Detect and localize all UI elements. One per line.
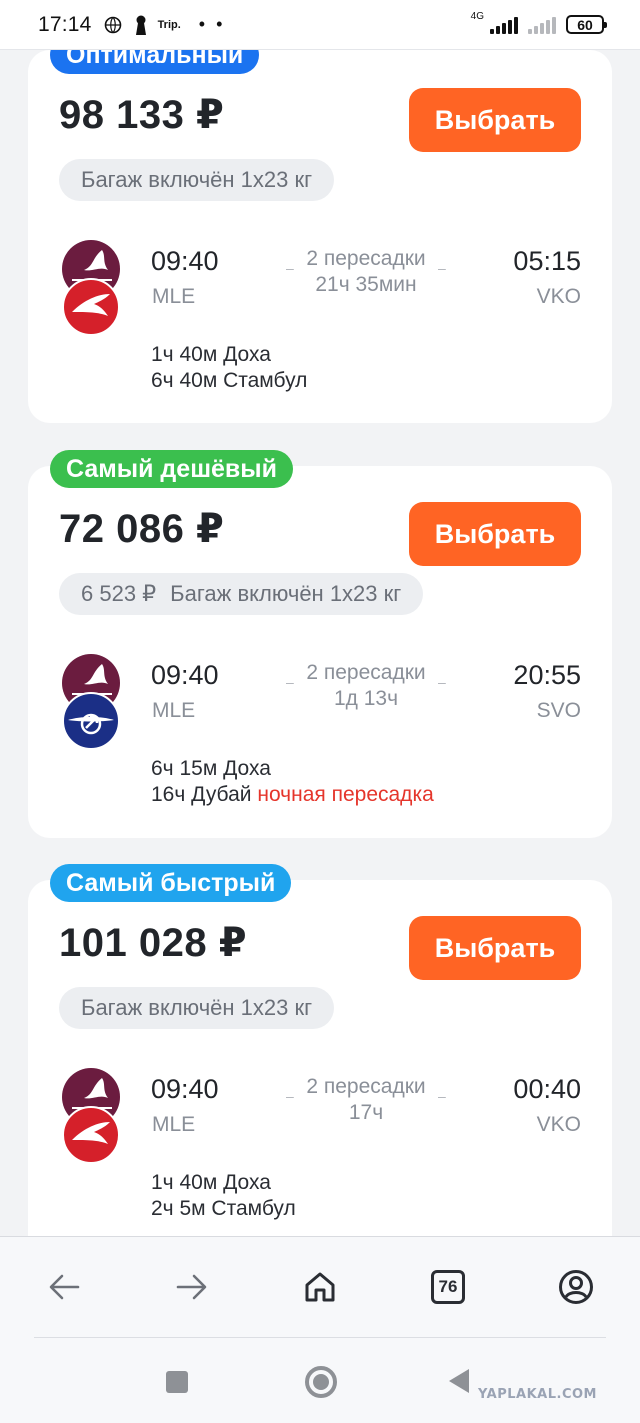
offers-list[interactable]: Оптимальный 98 133 ₽ Выбрать Багаж включ… (0, 50, 640, 1236)
airline-logos (62, 240, 120, 336)
status-time: 17:14 (38, 12, 92, 36)
route-dash: – (438, 260, 446, 276)
back-arrow-icon[interactable] (44, 1267, 84, 1307)
layover-2: 6ч 40м Стамбул (151, 369, 308, 392)
select-button[interactable]: Выбрать (409, 916, 581, 980)
badge-optimal: Оптимальный (50, 50, 260, 74)
offer-price: 98 133 ₽ (59, 93, 225, 137)
baggage-text: Багаж включён 1х23 кг (170, 581, 402, 606)
baggage-chip: 6 523 ₽ Багаж включён 1х23 кг (59, 573, 424, 615)
departure-time: 09:40 (151, 660, 219, 690)
select-button[interactable]: Выбрать (409, 502, 581, 566)
departure-airport: MLE (152, 285, 196, 308)
system-navigation-bar: YAPLAKAL.COM (0, 1340, 640, 1423)
flight-duration: 1д 13ч (333, 687, 399, 710)
notification-dots: • • (198, 14, 226, 34)
flight-duration: 21ч 35мин (315, 273, 417, 296)
home-icon[interactable] (300, 1267, 340, 1307)
departure-time: 09:40 (151, 246, 219, 276)
status-bar: 17:14 Trip. • • 4G 60 (0, 0, 640, 50)
route-dash: – (438, 674, 446, 690)
transfers-count: 2 пересадки (306, 247, 426, 270)
route-info: 2 пересадки 1д 13ч (286, 660, 446, 712)
arrival-time: 05:15 (513, 246, 581, 276)
layover-2: 2ч 5м Стамбул (151, 1197, 296, 1220)
baggage-text: Багаж включён 1х23 кг (81, 167, 313, 192)
layovers: 6ч 15м Доха 16ч Дубай ночная пересадка (151, 756, 434, 808)
profile-icon[interactable] (556, 1267, 596, 1307)
watermark: YAPLAKAL.COM (478, 1387, 597, 1402)
battery-level: 60 (577, 16, 593, 33)
airline-logos (62, 1068, 120, 1164)
network-type: 4G (470, 11, 484, 22)
layover-1: 1ч 40м Доха (151, 1171, 271, 1194)
offer-price: 101 028 ₽ (59, 921, 248, 965)
aeroflot-logo (62, 692, 120, 750)
arrival-airport: VKO (536, 1113, 581, 1136)
layover-2: 16ч Дубай ночная пересадка (151, 783, 434, 806)
offer-price: 72 086 ₽ (59, 507, 225, 551)
browser-toolbar: 76 (0, 1236, 640, 1340)
baggage-chip: Багаж включён 1х23 кг (59, 159, 335, 201)
baggage-text: Багаж включён 1х23 кг (81, 995, 313, 1020)
route-info: 2 пересадки 21ч 35мин (286, 246, 446, 298)
route-info: 2 пересадки 17ч (286, 1074, 446, 1126)
divider (34, 1337, 606, 1338)
home-button-icon[interactable] (305, 1366, 337, 1398)
back-triangle-icon[interactable] (449, 1369, 469, 1393)
offer-card[interactable]: 101 028 ₽ Выбрать Багаж включён 1х23 кг … (28, 880, 612, 1236)
badge-fastest: Самый быстрый (50, 864, 292, 902)
turkish-airlines-logo (62, 1106, 120, 1164)
signal-icon (490, 16, 518, 34)
offer-card[interactable]: 98 133 ₽ Выбрать Багаж включён 1х23 кг 0… (28, 50, 612, 423)
select-button[interactable]: Выбрать (409, 88, 581, 152)
departure-time: 09:40 (151, 1074, 219, 1104)
layovers: 1ч 40м Доха 6ч 40м Стамбул (151, 342, 307, 394)
keyhole-icon (134, 15, 148, 35)
baggage-price: 6 523 ₽ (81, 581, 157, 606)
offer-card[interactable]: 72 086 ₽ Выбрать 6 523 ₽ Багаж включён 1… (28, 466, 612, 838)
layover-1: 1ч 40м Доха (151, 343, 271, 366)
turkish-airlines-logo (62, 278, 120, 336)
tabs-button[interactable]: 76 (428, 1267, 468, 1307)
badge-cheapest: Самый дешёвый (50, 450, 294, 488)
route-dash: – (438, 1088, 446, 1104)
tabs-count: 76 (431, 1270, 465, 1304)
forward-arrow-icon[interactable] (172, 1267, 212, 1307)
departure-airport: MLE (152, 1113, 196, 1136)
baggage-chip: Багаж включён 1х23 кг (59, 987, 335, 1029)
trip-app-label: Trip. (157, 18, 181, 31)
recent-apps-icon[interactable] (166, 1371, 188, 1393)
arrival-time: 20:55 (513, 660, 581, 690)
layover-1: 6ч 15м Доха (151, 757, 271, 780)
battery-icon: 60 (566, 15, 607, 34)
arrival-airport: SVO (536, 699, 581, 722)
flight-duration: 17ч (348, 1101, 384, 1124)
arrival-time: 00:40 (513, 1074, 581, 1104)
globe-icon (104, 16, 122, 34)
arrival-airport: VKO (536, 285, 581, 308)
night-layover-note: ночная пересадка (257, 783, 434, 806)
departure-airport: MLE (152, 699, 196, 722)
layovers: 1ч 40м Доха 2ч 5м Стамбул (151, 1170, 296, 1222)
transfers-count: 2 пересадки (306, 1075, 426, 1098)
airline-logos (62, 654, 120, 750)
signal-weak-icon (528, 16, 556, 34)
transfers-count: 2 пересадки (306, 661, 426, 684)
